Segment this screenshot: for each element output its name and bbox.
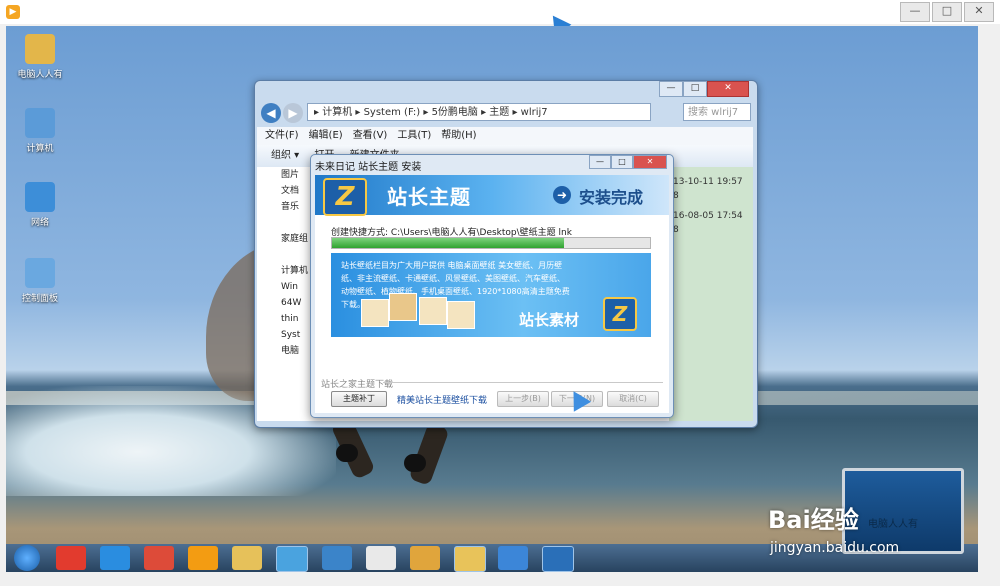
- sidebar-item-drive[interactable]: Syst: [257, 327, 315, 343]
- watermark-note: 电脑人人有: [868, 519, 918, 530]
- arrow-right-icon: ➜: [553, 186, 571, 204]
- maximize-button[interactable]: □: [932, 2, 962, 22]
- menu-help[interactable]: 帮助(H): [441, 127, 476, 145]
- desktop-icon-control-panel[interactable]: 控制面板: [12, 258, 68, 304]
- installer-brand: 站长主题: [387, 185, 471, 209]
- sidebar-item-computer[interactable]: 计算机: [257, 263, 315, 279]
- organize-button[interactable]: 组织 ▾: [271, 150, 299, 161]
- file-date: 16-08-05 17:54: [673, 211, 743, 221]
- desktop-icon-network[interactable]: 网络: [12, 182, 68, 228]
- user-folder-icon: [25, 34, 55, 64]
- installer-minimize-button[interactable]: —: [589, 155, 611, 169]
- outer-titlebar: ▶ — □ ✕: [0, 0, 1000, 24]
- flower-icon[interactable]: [366, 546, 396, 570]
- display-icon[interactable]: [322, 546, 352, 570]
- ie-icon[interactable]: [100, 546, 130, 570]
- paint-icon[interactable]: [410, 546, 440, 570]
- ad-screenshot: [419, 297, 447, 325]
- installer-close-button[interactable]: ✕: [633, 155, 667, 169]
- cancel-button[interactable]: 取消(C): [607, 391, 659, 407]
- ad-screenshot: [361, 299, 389, 327]
- desktop-icon-user-folder[interactable]: 电脑人人有: [12, 34, 68, 80]
- desktop: 电脑人人有 计算机 网络 控制面板 — □ ✕ ◀ ▶ ▸ 计算机 ▸ Syst…: [6, 26, 978, 572]
- folder-icon[interactable]: [232, 546, 262, 570]
- zhanzhang-logo-icon: Z: [323, 178, 367, 216]
- ad-brand: 站长素材: [519, 311, 580, 329]
- explorer-window-controls: — □ ✕: [659, 81, 749, 97]
- address-bar[interactable]: ▸ 计算机 ▸ System (F:) ▸ 5份鹏电脑 ▸ 主题 ▸ wlrij…: [307, 103, 651, 121]
- desktop-icon-label: 计算机: [26, 144, 54, 154]
- network-icon: [25, 182, 55, 212]
- install-progress-bar: [331, 237, 651, 249]
- ad-logo-icon: Z: [603, 297, 637, 331]
- sidebar-item-homegroup[interactable]: 家庭组: [257, 231, 315, 247]
- desktop-icon-label: 网络: [30, 218, 49, 228]
- browser-icon[interactable]: [276, 546, 308, 572]
- explorer-sidebar: 图片 文档 音乐 家庭组 计算机 Win 64W thin Syst 电脑: [257, 167, 315, 421]
- sidebar-item-drive[interactable]: thin: [257, 311, 315, 327]
- start-button[interactable]: [14, 545, 40, 571]
- explorer-close-button[interactable]: ✕: [707, 81, 749, 97]
- prev-button[interactable]: 上一步(B): [497, 391, 549, 407]
- file-date: 13-10-11 19:57: [673, 177, 743, 187]
- control-panel-icon: [25, 258, 55, 288]
- installer-banner: Z 站长主题 ➜ 安装完成: [315, 175, 669, 216]
- menu-view[interactable]: 查看(V): [353, 127, 388, 145]
- sidebar-item-music[interactable]: 音乐: [257, 199, 315, 215]
- wallpaper-ad-banner[interactable]: 站长壁纸栏目为广大用户提供 电脑桌面壁纸 美女壁纸、月历壁纸、非主流壁纸、卡通壁…: [331, 253, 651, 337]
- footer-label: 站长之家主题下载: [321, 380, 394, 390]
- chrome-icon[interactable]: [144, 546, 174, 570]
- installer-body: Z 站长主题 ➜ 安装完成 创建快捷方式: C:\Users\电脑人人有\Des…: [315, 175, 669, 413]
- install-progress-fill: [332, 238, 565, 248]
- player-app-icon: ▶: [6, 5, 20, 19]
- desktop-icon-computer[interactable]: 计算机: [12, 108, 68, 154]
- installer-dialog: 未来日记 站长主题 安装 — □ ✕ Z 站长主题 ➜ 安装完成 创建快捷方式:…: [310, 154, 674, 418]
- menu-tools[interactable]: 工具(T): [397, 127, 431, 145]
- computer-icon: [25, 108, 55, 138]
- baidu-watermark: Bai经验: [768, 506, 859, 534]
- horse-hoof: [404, 454, 426, 472]
- desktop-icon-label: 电脑人人有: [17, 70, 63, 80]
- installer-maximize-button[interactable]: □: [611, 155, 633, 169]
- explorer-menubar: 文件(F) 编辑(E) 查看(V) 工具(T) 帮助(H): [257, 127, 753, 145]
- player-icon[interactable]: [188, 546, 218, 570]
- explorer-maximize-button[interactable]: □: [683, 81, 707, 97]
- explorer-details-column: 13-10-11 19:57 8 16-08-05 17:54 8: [669, 167, 753, 421]
- explorer-icon[interactable]: [454, 546, 486, 572]
- installer-title: 未来日记 站长主题 安装: [315, 162, 422, 173]
- baidu-domain-watermark: jingyan.baidu.com: [770, 540, 900, 556]
- search-input[interactable]: 搜索 wlrij7: [683, 103, 751, 121]
- sidebar-item-pictures[interactable]: 图片: [257, 167, 315, 183]
- ad-screenshot: [389, 293, 417, 321]
- explorer-minimize-button[interactable]: —: [659, 81, 683, 97]
- installer-window-controls: — □ ✕: [589, 155, 667, 169]
- wallpaper-download-link[interactable]: 精美站长主题壁纸下载: [397, 393, 487, 406]
- install-complete-label: 安装完成: [579, 188, 644, 207]
- close-button[interactable]: ✕: [964, 2, 994, 22]
- app-icon[interactable]: [498, 546, 528, 570]
- menu-edit[interactable]: 编辑(E): [309, 127, 343, 145]
- back-button[interactable]: ◀: [261, 103, 281, 123]
- sidebar-item-drive[interactable]: Win: [257, 279, 315, 295]
- sidebar-item-drive[interactable]: 64W: [257, 295, 315, 311]
- minimize-button[interactable]: —: [900, 2, 930, 22]
- desktop-icon-label: 控制面板: [21, 294, 58, 304]
- ad-screenshot: [447, 301, 475, 329]
- menu-file[interactable]: 文件(F): [265, 127, 299, 145]
- jiang-app-icon[interactable]: [56, 546, 86, 570]
- installer-icon[interactable]: [542, 546, 574, 572]
- divider: [383, 382, 663, 383]
- theme-patch-button[interactable]: 主题补丁: [331, 391, 387, 407]
- sidebar-item-documents[interactable]: 文档: [257, 183, 315, 199]
- forward-button[interactable]: ▶: [283, 103, 303, 123]
- outer-window-controls: — □ ✕: [898, 2, 994, 22]
- sidebar-item-drive[interactable]: 电脑: [257, 343, 315, 359]
- horse-hoof: [336, 444, 358, 462]
